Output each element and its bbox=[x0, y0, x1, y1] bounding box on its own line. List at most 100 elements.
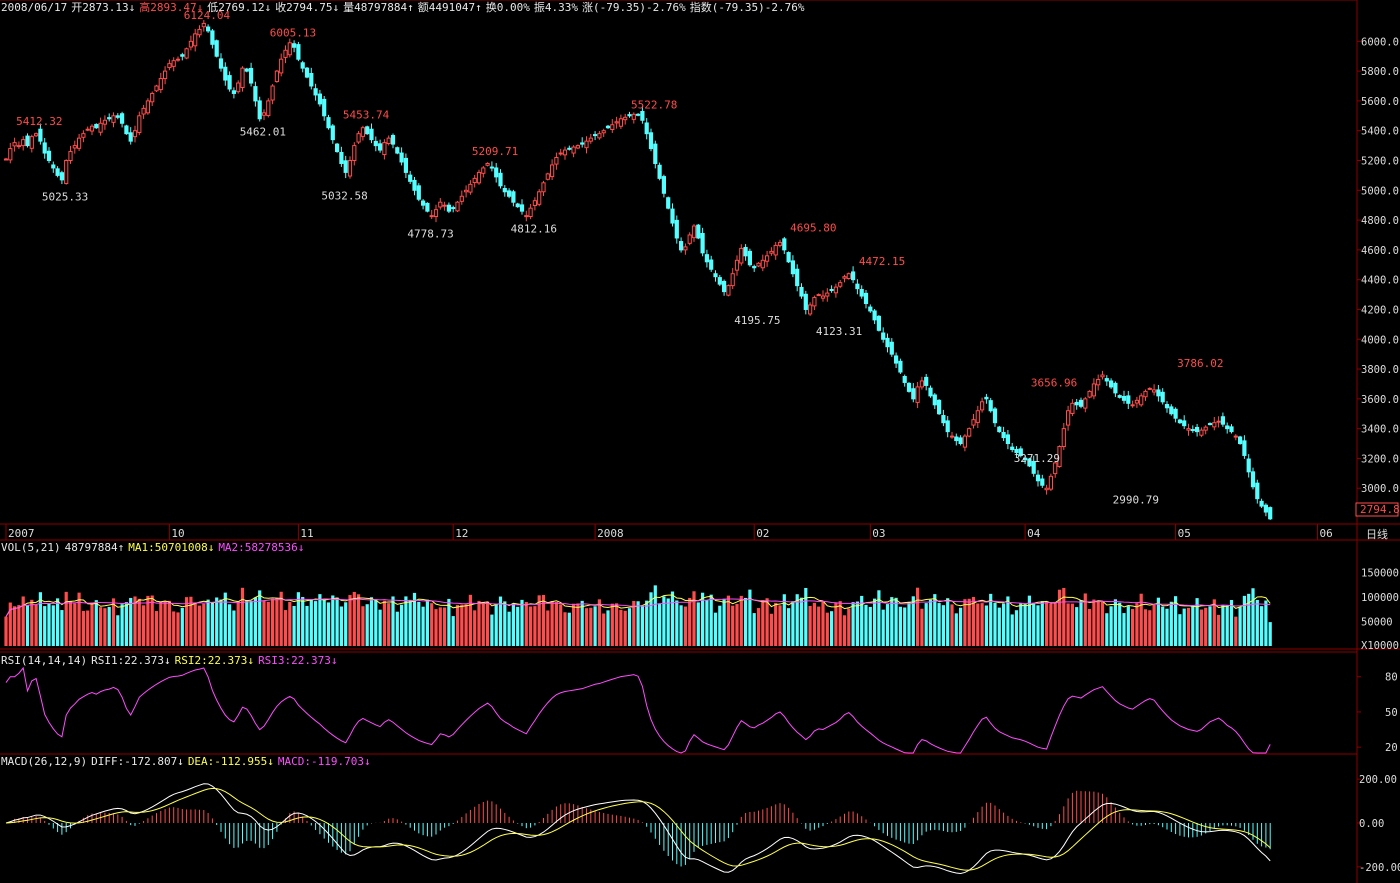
candle-body bbox=[683, 246, 688, 251]
candle-body bbox=[1225, 425, 1230, 430]
volume-bar bbox=[210, 603, 214, 646]
volume-bar bbox=[154, 611, 159, 646]
candle-body bbox=[266, 100, 271, 117]
candle-body bbox=[881, 332, 886, 340]
volume-bar bbox=[172, 611, 176, 646]
volume-bar bbox=[722, 598, 726, 646]
period-label[interactable]: 日线 bbox=[1366, 527, 1388, 541]
candle-body bbox=[347, 159, 353, 177]
macd-tick-label: -200.00 bbox=[1359, 862, 1400, 874]
volume-bar bbox=[1032, 603, 1036, 646]
volume-bar bbox=[1199, 609, 1203, 646]
volume-bar bbox=[756, 608, 761, 646]
candle-body bbox=[1199, 429, 1204, 436]
volume-bar bbox=[606, 610, 610, 646]
price-annotation: 5462.01 bbox=[240, 125, 286, 138]
candle-body bbox=[679, 241, 684, 251]
volume-bar bbox=[791, 601, 795, 646]
candle-body bbox=[154, 85, 159, 92]
candle-body bbox=[180, 54, 185, 57]
candle-body bbox=[1220, 416, 1226, 425]
candle-body bbox=[812, 297, 817, 307]
volume-bar bbox=[133, 596, 137, 646]
volume-tick-label: 100000 bbox=[1361, 592, 1399, 604]
volume-bar bbox=[774, 602, 778, 646]
volume-bar bbox=[993, 602, 997, 646]
volume-bar bbox=[920, 608, 924, 646]
candle-body bbox=[1096, 378, 1101, 386]
candle-body bbox=[171, 60, 176, 67]
price-tick-label: 3600.0 bbox=[1361, 394, 1399, 406]
candle-body bbox=[949, 435, 955, 438]
volume-bar bbox=[653, 585, 657, 646]
volume-bar bbox=[916, 587, 920, 646]
volume-bar bbox=[877, 590, 881, 646]
candle-body bbox=[51, 164, 56, 169]
candle-body bbox=[283, 49, 288, 58]
volume-bar bbox=[1204, 607, 1208, 646]
candle-body bbox=[1152, 389, 1157, 393]
macd-indicator-name[interactable]: MACD(26,12,9) bbox=[1, 755, 87, 768]
volume-bar bbox=[51, 605, 55, 646]
time-tick-label: 02 bbox=[756, 527, 769, 540]
volume-bar bbox=[554, 602, 558, 646]
candle-body bbox=[859, 289, 864, 297]
volume-bar bbox=[602, 613, 606, 646]
candle-body bbox=[335, 143, 340, 153]
time-tick-label: 2007 bbox=[8, 527, 35, 540]
rsi-panel: 80 50 20 bbox=[5, 666, 1398, 754]
volume-bar bbox=[967, 598, 971, 646]
volume-bar bbox=[817, 606, 821, 646]
candle-body bbox=[945, 420, 950, 433]
candle-body bbox=[885, 337, 890, 348]
candle-body bbox=[184, 48, 189, 59]
volume-bar bbox=[473, 610, 477, 646]
candle-body bbox=[975, 410, 980, 423]
volume-bar bbox=[494, 603, 498, 646]
candle-body bbox=[790, 260, 795, 275]
candle-body bbox=[34, 133, 39, 137]
candle-body bbox=[218, 58, 224, 69]
candle-body bbox=[825, 292, 830, 297]
volume-bar bbox=[597, 599, 601, 646]
candle-body bbox=[584, 140, 589, 149]
volume-bar bbox=[206, 599, 210, 646]
volume-bar bbox=[1212, 599, 1216, 646]
candle-body bbox=[210, 30, 215, 45]
vol-indicator-name[interactable]: VOL(5,21) bbox=[1, 541, 61, 554]
candle-body bbox=[851, 271, 856, 281]
volume-bar bbox=[516, 606, 520, 646]
candle-body bbox=[941, 415, 946, 424]
price-annotation: 4123.31 bbox=[816, 325, 862, 338]
candle-body bbox=[236, 82, 241, 93]
volume-bar bbox=[1075, 607, 1079, 646]
rsi-indicator-name[interactable]: RSI(14,14,14) bbox=[1, 654, 87, 667]
volume-bar bbox=[529, 606, 533, 646]
candle-body bbox=[580, 142, 585, 145]
candle-body bbox=[519, 204, 525, 212]
candle-body bbox=[1010, 446, 1015, 450]
candle-body bbox=[717, 277, 722, 285]
volume-bar bbox=[193, 603, 197, 646]
candle-body bbox=[937, 399, 942, 415]
volume-bar bbox=[576, 603, 580, 646]
candle-body bbox=[459, 195, 464, 202]
volume-bar bbox=[1053, 601, 1057, 646]
volume-bar bbox=[799, 597, 804, 646]
candle-body bbox=[756, 262, 761, 267]
candle-body bbox=[253, 86, 258, 102]
candle-body bbox=[898, 360, 903, 373]
volume-bar bbox=[769, 613, 773, 646]
volume-bar bbox=[924, 603, 928, 646]
vol-ma2: MA2:58278536↓ bbox=[218, 541, 305, 554]
candle-body bbox=[1070, 402, 1075, 414]
candle-body bbox=[429, 215, 434, 218]
volume-bar bbox=[705, 600, 709, 646]
stock-chart[interactable]: 5412.325025.336124.045462.016005.135453.… bbox=[0, 0, 1400, 883]
quote-open: 开2873.13↓ bbox=[71, 1, 136, 14]
volume-bar bbox=[713, 612, 718, 646]
candle-body bbox=[713, 273, 718, 278]
candle-body bbox=[433, 209, 439, 218]
candle-body bbox=[971, 419, 976, 426]
candle-body bbox=[382, 142, 387, 156]
